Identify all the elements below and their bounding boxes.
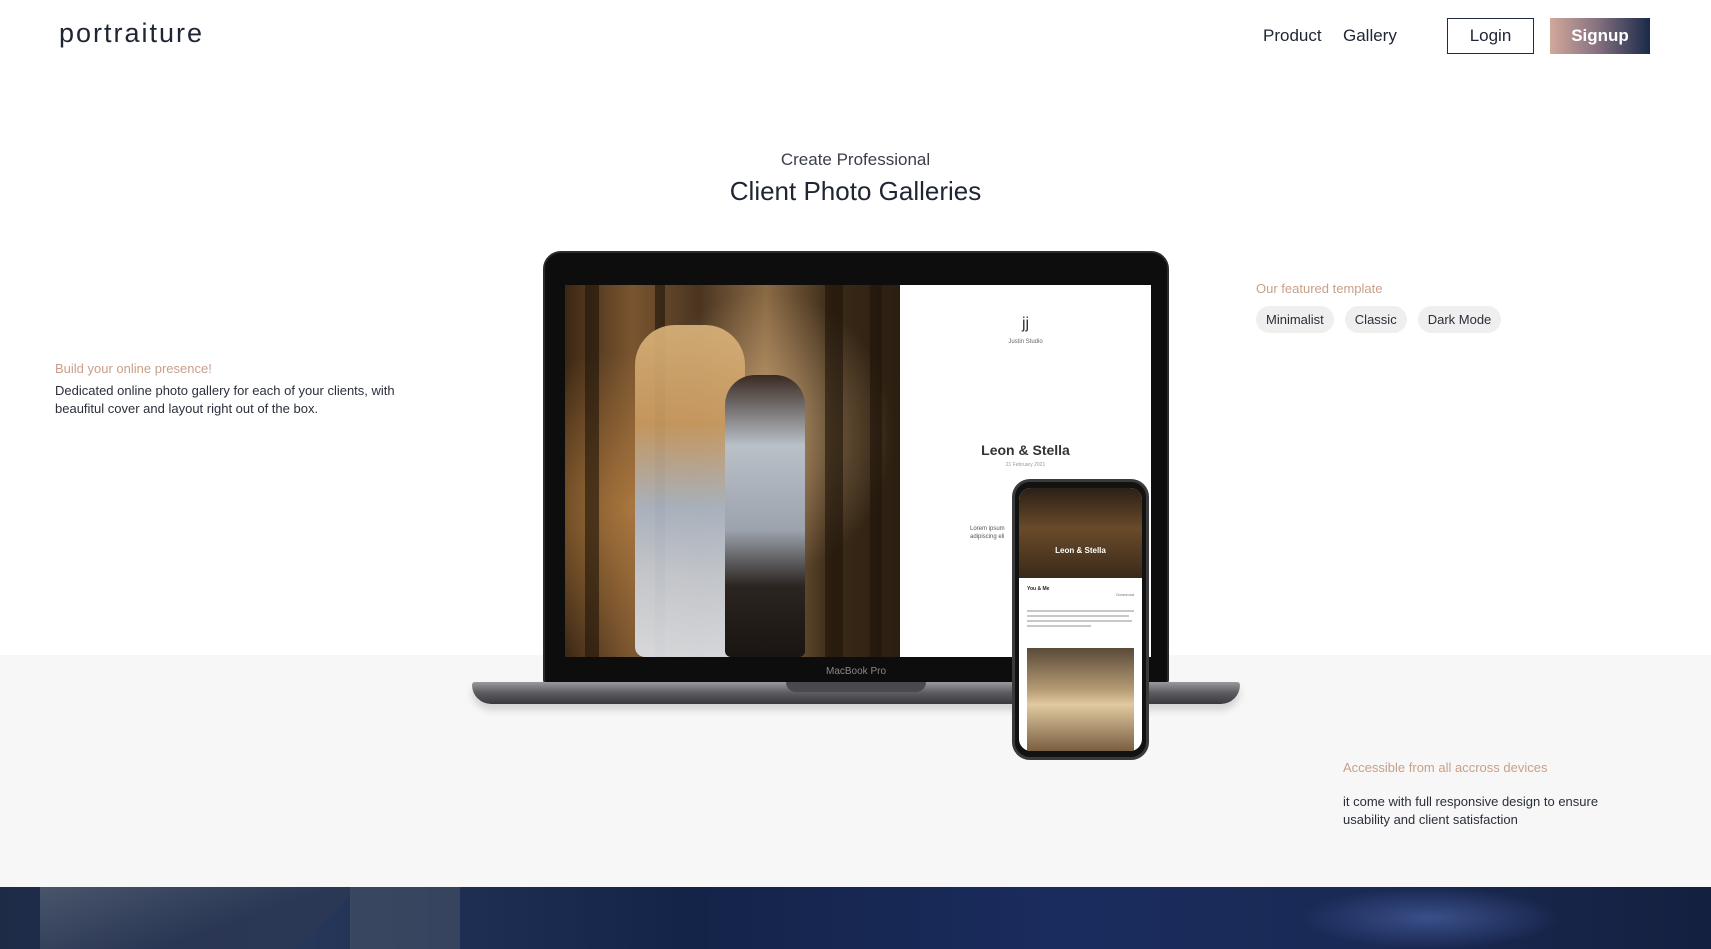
- signup-button[interactable]: Signup: [1550, 18, 1650, 54]
- template-date: 21 February 2021: [1005, 462, 1046, 468]
- nav-gallery[interactable]: Gallery: [1343, 26, 1397, 46]
- featured-heading: Our featured template: [1256, 281, 1383, 296]
- phone-download: Download: [1116, 592, 1134, 597]
- phone-names: Leon & Stella: [1055, 546, 1106, 555]
- footer-glow: [1300, 887, 1560, 949]
- feature-text: it come with full responsive design to e…: [1343, 794, 1599, 827]
- phone-hero-photo: [1019, 488, 1142, 578]
- template-logo: jj: [1021, 315, 1030, 332]
- feature-devices: Accessible from all accross devices it c…: [1343, 760, 1643, 829]
- tree-trunk: [585, 285, 599, 657]
- footer-shape: [40, 887, 360, 949]
- feature-online-presence: Build your online presence! Dedicated on…: [55, 361, 435, 418]
- phone-text-lines: [1027, 610, 1134, 630]
- tree-trunk: [870, 285, 882, 657]
- feature-heading: Build your online presence!: [55, 361, 212, 376]
- tag-dark-mode[interactable]: Dark Mode: [1417, 306, 1502, 333]
- template-tags: Minimalist Classic Dark Mode: [1256, 306, 1556, 333]
- template-names: Leon & Stella: [981, 442, 1070, 458]
- man-figure: [725, 375, 805, 657]
- nav-product[interactable]: Product: [1263, 26, 1322, 46]
- template-studio: Justin Studio: [1008, 339, 1043, 345]
- featured-template: Our featured template Minimalist Classic…: [1256, 281, 1556, 333]
- footer-banner: [0, 887, 1711, 949]
- phone-you-me: You & Me: [1027, 586, 1050, 592]
- hero-title: Client Photo Galleries: [729, 176, 982, 206]
- feature-text: Dedicated online photo gallery for each …: [55, 383, 395, 416]
- couple-photo: [565, 285, 900, 657]
- top-nav: Product Gallery Login Signup: [0, 18, 1711, 54]
- phone-mockup: Leon & Stella You & Me Download: [1012, 479, 1149, 760]
- login-button[interactable]: Login: [1447, 18, 1534, 54]
- tree-trunk: [825, 285, 843, 657]
- hero-subtitle: Create Professional: [780, 150, 931, 169]
- phone-screen: Leon & Stella You & Me Download: [1019, 488, 1142, 751]
- laptop-notch: [786, 682, 926, 692]
- feature-heading: Accessible from all accross devices: [1343, 760, 1548, 775]
- tag-classic[interactable]: Classic: [1344, 306, 1407, 333]
- phone-gallery-photo: [1027, 648, 1134, 751]
- tag-minimalist[interactable]: Minimalist: [1256, 306, 1334, 333]
- footer-shape: [350, 887, 460, 949]
